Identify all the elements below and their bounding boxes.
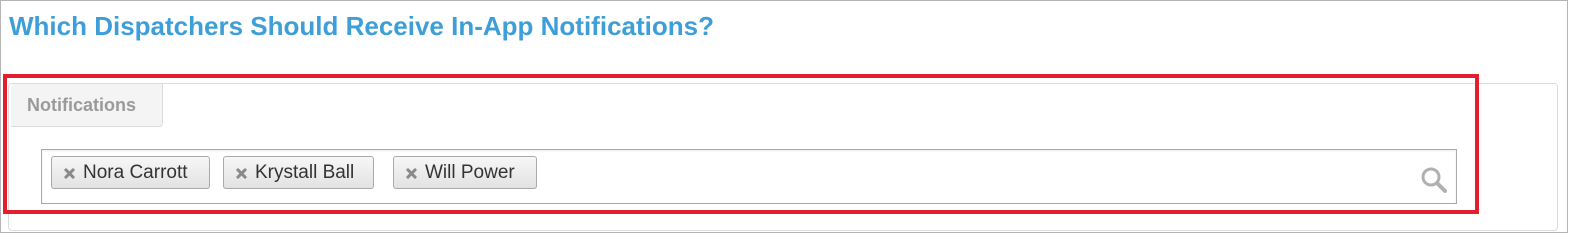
search-icon[interactable] bbox=[1420, 166, 1448, 194]
dispatcher-chip-label: Krystall Ball bbox=[255, 161, 355, 183]
close-icon[interactable] bbox=[404, 166, 418, 180]
tab-notifications[interactable]: Notifications bbox=[11, 84, 163, 127]
dispatcher-chip: Will Power bbox=[393, 156, 537, 189]
dispatcher-chip-label: Will Power bbox=[425, 161, 515, 183]
dispatcher-chip-label: Nora Carrott bbox=[83, 161, 188, 183]
close-icon[interactable] bbox=[234, 166, 248, 180]
dispatcher-chip: Nora Carrott bbox=[51, 156, 210, 189]
close-icon[interactable] bbox=[62, 166, 76, 180]
dispatcher-chip: Krystall Ball bbox=[223, 156, 374, 189]
page-title: Which Dispatchers Should Receive In-App … bbox=[9, 11, 714, 41]
tab-notifications-label: Notifications bbox=[27, 94, 137, 115]
